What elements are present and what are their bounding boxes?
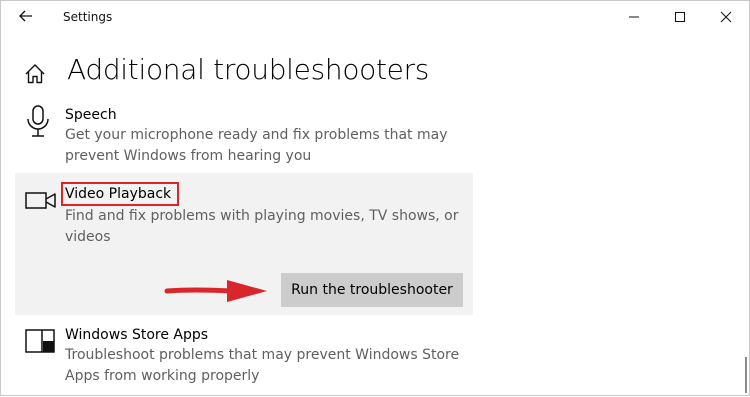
microphone-icon [25,105,51,143]
red-arrow-icon [164,280,267,302]
close-icon [720,11,732,23]
settings-window: Settings Additional troubleshooters Spee… [0,0,750,396]
back-arrow-icon [19,10,32,22]
store-app-icon [25,329,55,357]
minimize-icon [629,16,639,18]
video-camera-icon [25,191,57,215]
back-button[interactable] [15,5,37,27]
item-title: Speech [65,107,117,123]
window-title: Settings [63,10,113,24]
list-item-speech[interactable]: Speech Get your microphone ready and fix… [15,101,473,169]
scrollbar[interactable] [745,357,747,393]
item-description: Troubleshoot problems that may prevent W… [65,347,460,384]
list-item-video-playback[interactable]: Video Playback Find and fix problems wit… [15,173,473,315]
run-troubleshooter-button[interactable]: Run the troubleshooter [281,273,463,307]
maximize-button[interactable] [657,3,703,31]
item-title: Windows Store Apps [65,327,209,343]
item-title: Video Playback [65,186,172,202]
home-button[interactable] [23,62,47,86]
item-description: Get your microphone ready and fix proble… [65,127,448,164]
maximize-icon [675,12,685,22]
home-icon [25,64,45,84]
minimize-button[interactable] [611,3,657,31]
list-item-windows-store-apps[interactable]: Windows Store Apps Troubleshoot problems… [15,321,473,397]
title-bar: Settings [1,1,749,33]
close-button[interactable] [703,3,749,31]
page-title: Additional troubleshooters [67,53,430,86]
item-description: Find and fix problems with playing movie… [65,208,459,245]
